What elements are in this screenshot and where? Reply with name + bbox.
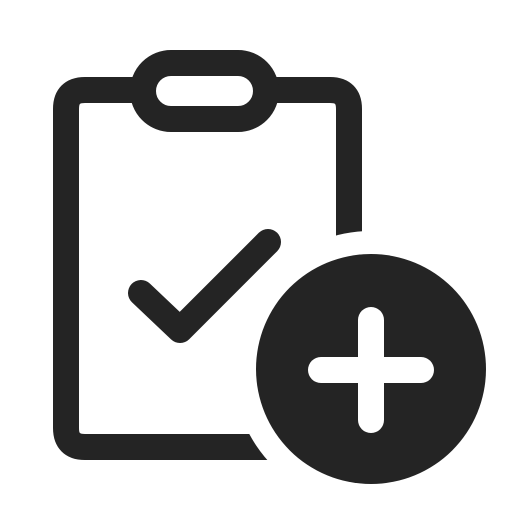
add-badge-icon (256, 254, 486, 484)
clipboard-clip-icon (130, 50, 279, 132)
icon-canvas (0, 0, 512, 512)
checkmark-icon (128, 229, 281, 343)
clipboard-check-add-icon (53, 50, 486, 484)
